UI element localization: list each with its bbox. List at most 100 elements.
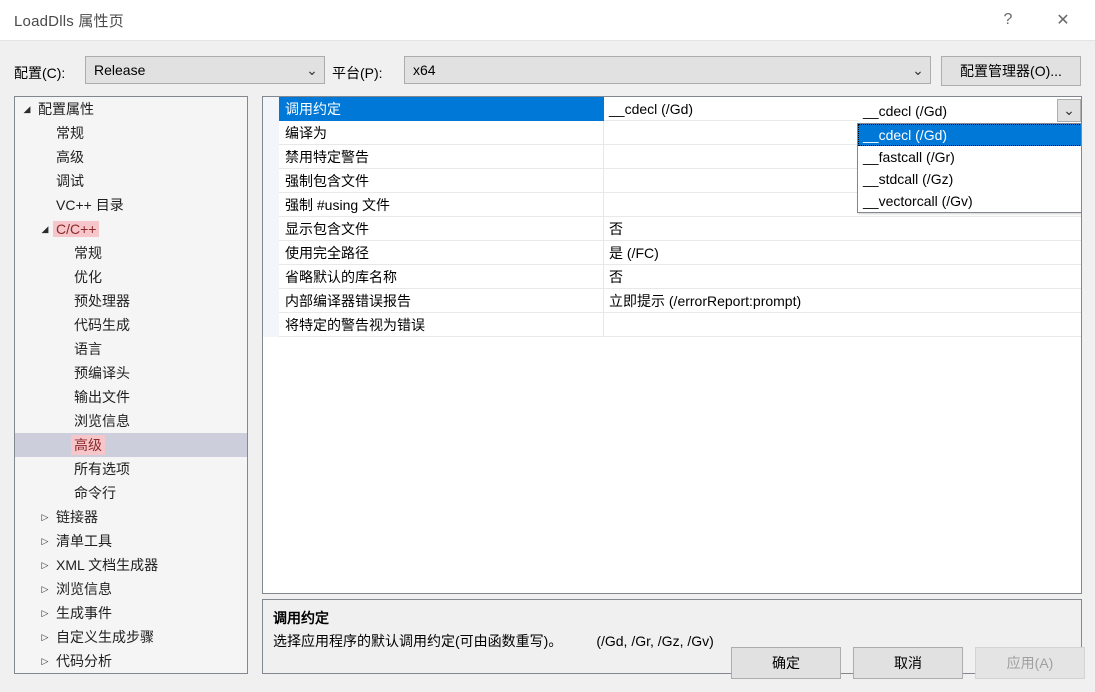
tree-item-label: 预处理器 bbox=[74, 293, 130, 309]
property-value[interactable]: 立即提示 (/errorReport:prompt) bbox=[604, 289, 1081, 313]
tree-item[interactable]: ▷ 浏览信息 bbox=[15, 577, 247, 601]
property-name: 编译为 bbox=[279, 121, 604, 145]
ok-button[interactable]: 确定 bbox=[731, 647, 841, 679]
tree-item-label: C/C++ bbox=[53, 221, 100, 237]
tree-item[interactable]: 高级 bbox=[15, 433, 247, 457]
calling-convention-dropdown[interactable]: __cdecl (/Gd) __fastcall (/Gr) __stdcall (… bbox=[857, 123, 1081, 213]
tree-item-label: 高级 bbox=[71, 435, 105, 455]
tree-expanded-arrow-icon[interactable]: ◢ bbox=[19, 104, 35, 114]
tree-item-label: 所有选项 bbox=[74, 461, 130, 477]
dropdown-option[interactable]: __fastcall (/Gr) bbox=[858, 146, 1081, 168]
tree-item-label: 优化 bbox=[74, 269, 102, 285]
tree-item[interactable]: 语言 bbox=[15, 337, 247, 361]
dropdown-option[interactable]: __stdcall (/Gz) bbox=[858, 168, 1081, 190]
tree-item[interactable]: ▷ XML 文档生成器 bbox=[15, 553, 247, 577]
property-name: 省略默认的库名称 bbox=[279, 265, 604, 289]
tree-item[interactable]: ▷ 清单工具 bbox=[15, 529, 247, 553]
tree-item[interactable]: 调试 bbox=[15, 169, 247, 193]
property-row[interactable]: 显示包含文件否 bbox=[263, 217, 1081, 241]
tree-item-label: 配置属性 bbox=[38, 101, 94, 117]
dropdown-option[interactable]: __vectorcall (/Gv) bbox=[858, 190, 1081, 212]
tree-item[interactable]: ◢ C/C++ bbox=[15, 217, 247, 241]
description-title: 调用约定 bbox=[273, 610, 329, 626]
tree-item[interactable]: 常规 bbox=[15, 241, 247, 265]
tree-expanded-arrow-icon[interactable]: ◢ bbox=[37, 224, 53, 234]
configuration-value: Release bbox=[94, 62, 146, 78]
platform-select[interactable]: x64 ⌄ bbox=[404, 56, 931, 84]
tree-collapsed-arrow-icon[interactable]: ▷ bbox=[37, 512, 53, 522]
tree-item[interactable]: 输出文件 bbox=[15, 385, 247, 409]
configuration-label: 配置(C): bbox=[14, 65, 66, 81]
tree-collapsed-arrow-icon[interactable]: ▷ bbox=[37, 536, 53, 546]
tree-item[interactable]: 预编译头 bbox=[15, 361, 247, 385]
tree-item-label: 浏览信息 bbox=[56, 581, 112, 597]
calling-convention-value: __cdecl (/Gd) bbox=[863, 102, 948, 119]
property-row-gutter bbox=[263, 169, 279, 193]
close-icon[interactable]: ✕ bbox=[1040, 0, 1086, 40]
configuration-select[interactable]: Release ⌄ bbox=[85, 56, 325, 84]
tree-item[interactable]: ◢ 配置属性 bbox=[15, 97, 247, 121]
page-title: LoadDlls 属性页 bbox=[14, 13, 124, 30]
property-value[interactable]: 是 (/FC) bbox=[604, 241, 1081, 265]
property-row-gutter bbox=[263, 241, 279, 265]
tree-collapsed-arrow-icon[interactable]: ▷ bbox=[37, 608, 53, 618]
tree-collapsed-arrow-icon[interactable]: ▷ bbox=[37, 560, 53, 570]
property-row[interactable]: 省略默认的库名称否 bbox=[263, 265, 1081, 289]
property-name: 显示包含文件 bbox=[279, 217, 604, 241]
property-row-gutter bbox=[263, 265, 279, 289]
platform-label: 平台(P): bbox=[332, 65, 383, 81]
property-tree[interactable]: ◢ 配置属性 常规 高级 调试 VC++ 目录 ◢ C/C++ 常规 优化 预处理器 代码生成 语言 预编… bbox=[14, 96, 248, 674]
dialog-body: 配置(C): Release ⌄ 平台(P): x64 ⌄ 配置管理器(O)..… bbox=[0, 41, 1095, 692]
tree-item-label: 代码生成 bbox=[74, 317, 130, 333]
property-value[interactable]: 否 bbox=[604, 217, 1081, 241]
tree-item[interactable]: 优化 bbox=[15, 265, 247, 289]
tree-item-label: VC++ 目录 bbox=[56, 197, 124, 213]
chevron-down-icon: ⌄ bbox=[306, 61, 318, 78]
cancel-button[interactable]: 取消 bbox=[853, 647, 963, 679]
calling-convention-editor[interactable]: __cdecl (/Gd) ⌄ bbox=[858, 98, 1081, 123]
property-row[interactable]: 使用完全路径是 (/FC) bbox=[263, 241, 1081, 265]
tree-item[interactable]: 命令行 bbox=[15, 481, 247, 505]
tree-item-label: 调试 bbox=[56, 173, 84, 189]
property-row-gutter bbox=[263, 145, 279, 169]
tree-item[interactable]: 所有选项 bbox=[15, 457, 247, 481]
tree-item[interactable]: 预处理器 bbox=[15, 289, 247, 313]
property-row-gutter bbox=[263, 193, 279, 217]
property-name: 强制 #using 文件 bbox=[279, 193, 604, 217]
tree-item-label: 输出文件 bbox=[74, 389, 130, 405]
property-row-gutter bbox=[263, 121, 279, 145]
platform-value: x64 bbox=[413, 62, 436, 78]
tree-item-label: 浏览信息 bbox=[74, 413, 130, 429]
tree-item-label: 常规 bbox=[74, 245, 102, 261]
property-row-gutter bbox=[263, 97, 279, 121]
property-value[interactable] bbox=[604, 313, 1081, 337]
tree-item-label: XML 文档生成器 bbox=[56, 557, 159, 573]
property-row[interactable]: 将特定的警告视为错误 bbox=[263, 313, 1081, 337]
tree-item[interactable]: ▷ 生成事件 bbox=[15, 601, 247, 625]
tree-item[interactable]: ▷ 链接器 bbox=[15, 505, 247, 529]
tree-item[interactable]: 高级 bbox=[15, 145, 247, 169]
tree-item[interactable]: 常规 bbox=[15, 121, 247, 145]
property-name: 强制包含文件 bbox=[279, 169, 604, 193]
property-name: 将特定的警告视为错误 bbox=[279, 313, 604, 337]
property-row-gutter bbox=[263, 313, 279, 337]
property-value[interactable]: 否 bbox=[604, 265, 1081, 289]
property-name: 调用约定 bbox=[279, 97, 604, 121]
dialog-footer: 确定 取消 应用(A) bbox=[0, 641, 1095, 692]
property-grid[interactable]: 调用约定 __cdecl (/Gd) 编译为 禁用特定警告 强制包含文件 强制 #usin… bbox=[262, 96, 1082, 594]
tree-item[interactable]: 代码生成 bbox=[15, 313, 247, 337]
tree-item-label: 链接器 bbox=[56, 509, 98, 525]
configuration-manager-button[interactable]: 配置管理器(O)... bbox=[941, 56, 1081, 86]
chevron-down-icon[interactable]: ⌄ bbox=[1057, 99, 1081, 122]
chevron-down-icon: ⌄ bbox=[912, 61, 924, 78]
tree-collapsed-arrow-icon[interactable]: ▷ bbox=[37, 584, 53, 594]
tree-item[interactable]: VC++ 目录 bbox=[15, 193, 247, 217]
property-name: 内部编译器错误报告 bbox=[279, 289, 604, 313]
dropdown-option[interactable]: __cdecl (/Gd) bbox=[858, 124, 1081, 146]
configuration-toolbar: 配置(C): Release ⌄ 平台(P): x64 ⌄ 配置管理器(O)..… bbox=[0, 51, 1095, 91]
tree-item-label: 常规 bbox=[56, 125, 84, 141]
tree-item[interactable]: 浏览信息 bbox=[15, 409, 247, 433]
property-row[interactable]: 内部编译器错误报告 立即提示 (/errorReport:prompt) bbox=[263, 289, 1081, 313]
property-name: 禁用特定警告 bbox=[279, 145, 604, 169]
help-icon[interactable]: ? bbox=[985, 0, 1031, 40]
